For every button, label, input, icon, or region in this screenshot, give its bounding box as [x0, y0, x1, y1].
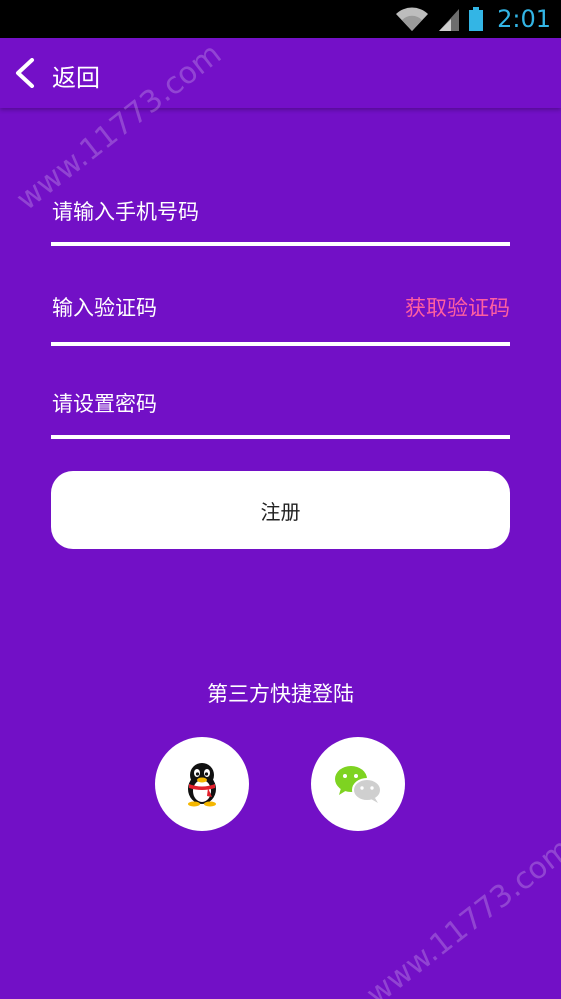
- toolbar: 返回: [0, 38, 561, 108]
- register-button[interactable]: 注册: [51, 471, 510, 549]
- status-bar: 2:01: [0, 0, 561, 38]
- watermark: www.11773.com: [360, 831, 561, 999]
- qq-penguin-icon: [188, 763, 216, 807]
- get-code-button[interactable]: 获取验证码: [405, 292, 510, 322]
- signal-icon: [439, 9, 460, 31]
- wechat-icon: [335, 766, 382, 803]
- back-arrow-icon[interactable]: [14, 58, 36, 88]
- third-party-login-title: 第三方快捷登陆: [207, 682, 354, 706]
- code-field[interactable]: 输入验证码 获取验证码: [51, 287, 510, 347]
- status-time: 2:01: [497, 5, 551, 33]
- register-button-label: 注册: [260, 499, 301, 524]
- qq-login-button[interactable]: [155, 737, 249, 831]
- phone-underline: [51, 242, 510, 246]
- password-field[interactable]: 请设置密码: [51, 384, 510, 444]
- wifi-icon: [396, 7, 429, 31]
- password-underline: [51, 435, 510, 439]
- password-input-placeholder[interactable]: 请设置密码: [52, 388, 157, 418]
- code-underline: [51, 342, 510, 346]
- back-button[interactable]: 返回: [52, 58, 100, 93]
- phone-input-placeholder[interactable]: 请输入手机号码: [52, 196, 199, 226]
- status-icons: 2:01: [395, 0, 551, 38]
- code-input-placeholder[interactable]: 输入验证码: [52, 292, 157, 322]
- phone-field[interactable]: 请输入手机号码: [51, 190, 510, 250]
- wechat-login-button[interactable]: [311, 737, 405, 831]
- battery-icon: [469, 7, 484, 31]
